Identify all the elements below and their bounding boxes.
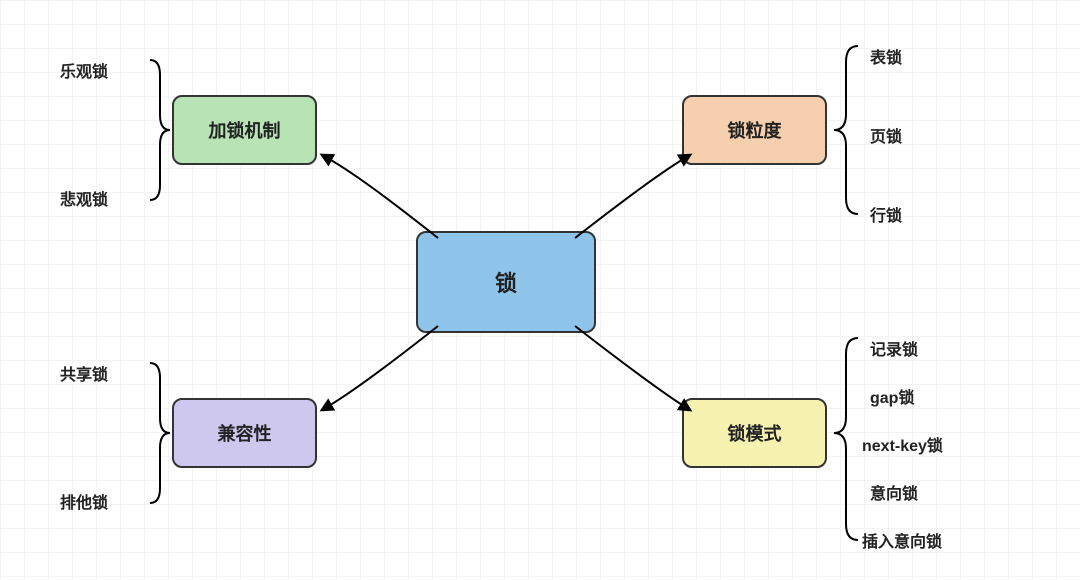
edge-center-to-compatibility (322, 326, 438, 410)
leaf-exclusive-lock: 排他锁 (60, 489, 108, 513)
node-label: 加锁机制 (209, 117, 281, 143)
leaf-pessimistic-lock: 悲观锁 (60, 186, 108, 210)
edge-center-to-mode (575, 326, 690, 410)
brace-mechanism (150, 60, 170, 200)
node-compatibility: 兼容性 (172, 398, 317, 468)
node-lock-mechanism: 加锁机制 (172, 95, 317, 165)
node-lock-granularity: 锁粒度 (682, 95, 827, 165)
diagram-canvas: 锁 加锁机制 乐观锁 悲观锁 锁粒度 表锁 页锁 行锁 兼容性 共享锁 排他锁 … (0, 0, 1080, 580)
edge-center-to-mechanism (322, 155, 438, 238)
leaf-row-lock: 行锁 (870, 202, 902, 226)
node-lock-root: 锁 (416, 231, 596, 333)
leaf-table-lock: 表锁 (870, 44, 902, 68)
brace-mode (834, 338, 858, 540)
leaf-record-lock: 记录锁 (870, 336, 918, 360)
edge-center-to-granularity (575, 155, 690, 238)
brace-granularity (834, 46, 858, 214)
leaf-shared-lock: 共享锁 (60, 361, 108, 385)
node-label: 兼容性 (218, 420, 272, 446)
node-label: 锁模式 (728, 420, 782, 446)
node-lock-mode: 锁模式 (682, 398, 827, 468)
node-label: 锁粒度 (728, 117, 782, 143)
leaf-intention-lock: 意向锁 (870, 480, 918, 504)
leaf-next-key-lock: next-key锁 (862, 432, 943, 456)
leaf-page-lock: 页锁 (870, 123, 902, 147)
brace-compatibility (150, 363, 170, 503)
leaf-optimistic-lock: 乐观锁 (60, 58, 108, 82)
node-label: 锁 (495, 266, 517, 298)
leaf-gap-lock: gap锁 (870, 384, 914, 408)
leaf-insert-intention-lock: 插入意向锁 (862, 528, 942, 552)
